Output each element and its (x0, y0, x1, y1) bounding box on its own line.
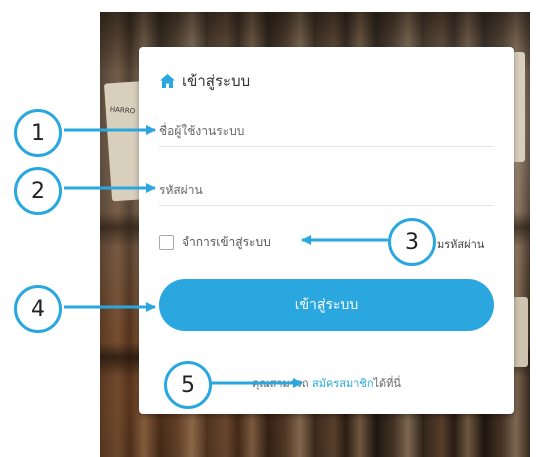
username-input[interactable] (159, 115, 494, 147)
remember-me-checkbox[interactable] (159, 235, 174, 250)
signup-suffix: ได้ที่นี่ (373, 377, 401, 390)
callout-5: 5 (164, 361, 212, 409)
password-input[interactable] (159, 174, 494, 206)
signup-link[interactable]: สมัครสมาชิก (312, 377, 374, 390)
signup-prefix: คุณสามารถ (252, 377, 309, 390)
callout-3: 3 (388, 218, 436, 266)
callout-4: 4 (14, 285, 62, 333)
login-card: เข้าสู่ระบบ จำการเข้าสู่ระบบ มรหัสผ่าน เ… (139, 47, 514, 414)
forgot-password-link[interactable]: มรหัสผ่าน (437, 235, 484, 253)
login-title: เข้าสู่ระบบ (182, 72, 251, 90)
remember-me-row[interactable]: จำการเข้าสู่ระบบ (159, 233, 271, 252)
login-button[interactable]: เข้าสู่ระบบ (159, 279, 494, 331)
callout-1: 1 (14, 109, 62, 157)
card-title: เข้าสู่ระบบ (159, 69, 250, 93)
remember-me-label: จำการเข้าสู่ระบบ (182, 235, 271, 249)
home-icon (159, 73, 176, 89)
callout-2: 2 (14, 167, 62, 215)
book-spine-text: HARRO (109, 105, 136, 116)
